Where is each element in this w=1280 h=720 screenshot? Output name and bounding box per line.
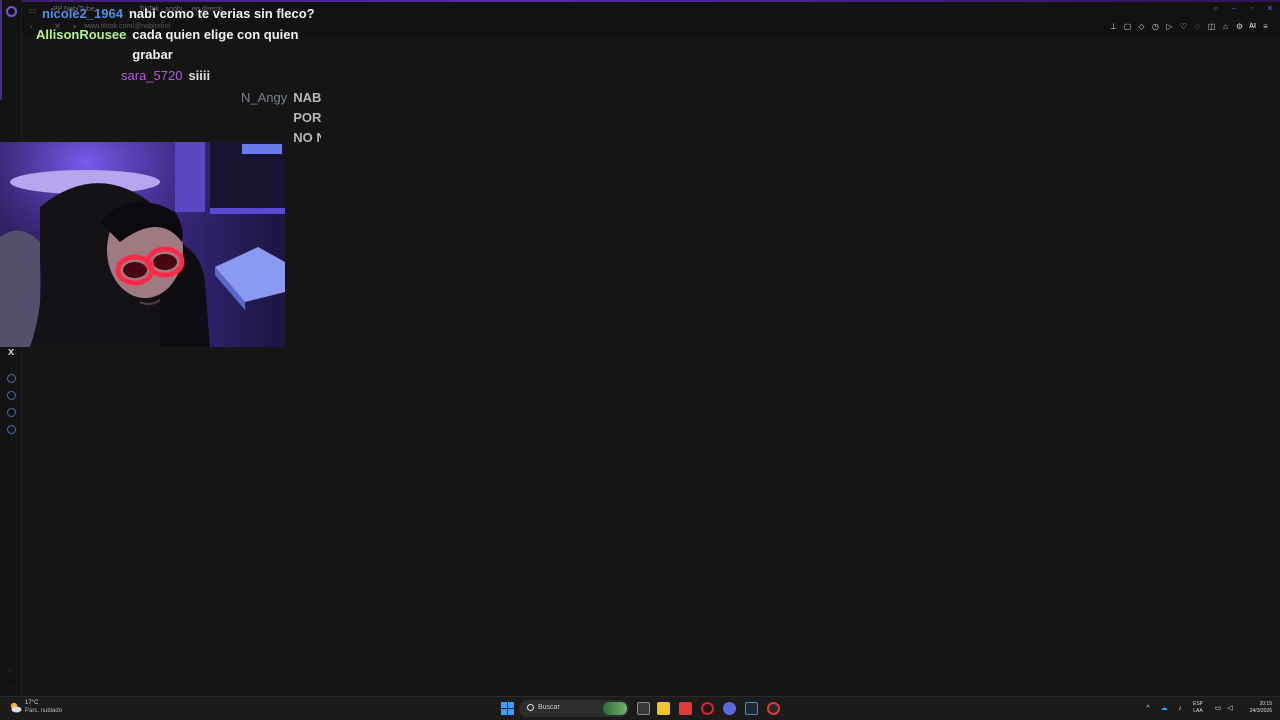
microphone-icon[interactable]: ♪ (1176, 705, 1184, 713)
webcam-image (0, 142, 285, 347)
pin-icon[interactable]: ⊥ (1109, 22, 1118, 31)
chat-username: N_Angy (241, 90, 288, 105)
clock-time: 20:15 (1259, 701, 1272, 707)
language-code: ESP (1193, 701, 1204, 707)
clock-icon[interactable] (7, 391, 16, 400)
search-highlight-icon (603, 702, 627, 715)
share-icon[interactable]: ⌂ (1221, 22, 1230, 31)
chat-text: siiii (188, 68, 211, 83)
sidebar-dots-icon[interactable]: ··· (8, 684, 13, 690)
bookmark-icon[interactable]: ▢ (1123, 22, 1132, 31)
chat-bubble-icon[interactable] (7, 408, 16, 417)
close-icon[interactable]: ✕ (1266, 5, 1274, 13)
ai-button[interactable]: AI (1249, 23, 1256, 30)
opera-gx-icon[interactable] (767, 702, 780, 715)
tab-icon[interactable]: ▭ (28, 6, 37, 15)
play-icon[interactable]: ▷ (1165, 22, 1174, 31)
calendar-app-icon[interactable] (679, 702, 692, 715)
chat-message: AllisonRousee cada quien elige con quien… (36, 25, 298, 65)
weather-description[interactable]: Parc. nublado (25, 708, 62, 714)
chat-message: nicole2_1964 nabi como te verias sin fle… (42, 4, 315, 24)
opera-logo-icon[interactable] (6, 6, 17, 17)
steam-icon[interactable] (745, 702, 758, 715)
maximize-icon[interactable]: ▫ (1248, 5, 1256, 13)
chat-text: NO N (293, 130, 321, 145)
system-clock[interactable]: 20:15 24/3/2026 (1240, 701, 1272, 715)
minimize-icon[interactable]: – (1230, 5, 1238, 13)
heart-icon[interactable]: ♡ (1179, 22, 1188, 31)
settings-icon[interactable] (7, 425, 16, 434)
chat-username: nicole2_1964 (42, 6, 123, 21)
browser-toolbar: ⊥ ▢ ◇ ◷ ▷ ♡ ◌ ◫ ⌂ ⚙ AI ≡ (1109, 22, 1270, 31)
chat-message: N_Angy NAB POR NO N (241, 88, 321, 148)
status-icon[interactable] (7, 374, 16, 383)
sidebar-more-icon[interactable]: ◦◦ (8, 668, 12, 674)
chat-text: POR (293, 110, 321, 125)
settings-icon[interactable]: ⚙ (1235, 22, 1244, 31)
chat-username: sara_5720 (121, 68, 183, 83)
clock-date: 24/3/2026 (1249, 708, 1272, 714)
file-explorer-icon[interactable] (657, 702, 670, 715)
back-icon[interactable]: ‹ (27, 22, 36, 31)
search-placeholder: Buscar (538, 704, 560, 711)
chat-icon[interactable]: ◌ (1193, 22, 1202, 31)
onedrive-icon[interactable]: ☁ (1160, 705, 1168, 713)
menu-icon[interactable]: ≡ (1261, 22, 1270, 31)
close-overlay-button[interactable]: x (8, 346, 14, 358)
weather-temperature[interactable]: 17°C (25, 700, 38, 706)
chat-text-block: cada quien elige con quien grabar (132, 25, 298, 65)
chat-text-block: NAB POR NO N (293, 88, 321, 148)
chat-text: cada quien elige con quien (132, 27, 299, 42)
camera-icon[interactable]: ◫ (1207, 22, 1216, 31)
chat-text: grabar (132, 47, 173, 62)
chat-text: nabi como te verias sin fleco? (128, 6, 315, 21)
task-view-icon[interactable] (637, 702, 650, 715)
display-icon[interactable]: ▭ (1214, 705, 1222, 713)
opera-icon[interactable] (701, 702, 714, 715)
browser-accent-line (0, 0, 1280, 2)
window-controls: ⌕ – ▫ ✕ (1212, 5, 1274, 13)
chat-message: sara_5720 siiii (121, 66, 210, 86)
rail-accent (0, 0, 2, 100)
weather-cloud-icon[interactable] (9, 702, 22, 713)
discord-icon[interactable] (723, 702, 736, 715)
screen: PP Nab/Tube TikTok · anobi ... en direct… (0, 0, 1280, 720)
volume-icon[interactable]: ◁ (1226, 705, 1234, 713)
chevron-up-icon[interactable]: ^ (1144, 705, 1152, 713)
history-icon[interactable]: ◷ (1151, 22, 1160, 31)
taskbar-search[interactable]: Buscar (519, 700, 629, 717)
search-icon (527, 704, 534, 711)
shield-icon[interactable]: ◇ (1137, 22, 1146, 31)
chat-text: NAB (293, 90, 321, 105)
webcam-feed (0, 142, 285, 347)
windows-taskbar: 17°C Parc. nublado Buscar ^ ☁ ♪ ESP LAA … (0, 696, 1280, 720)
language-indicator[interactable]: ESP LAA (1193, 701, 1203, 715)
windows-start-icon[interactable] (501, 702, 514, 715)
chat-username: AllisonRousee (36, 27, 127, 42)
keyboard-layout: LAA (1193, 708, 1203, 714)
search-tabs-icon[interactable]: ⌕ (1212, 5, 1220, 13)
